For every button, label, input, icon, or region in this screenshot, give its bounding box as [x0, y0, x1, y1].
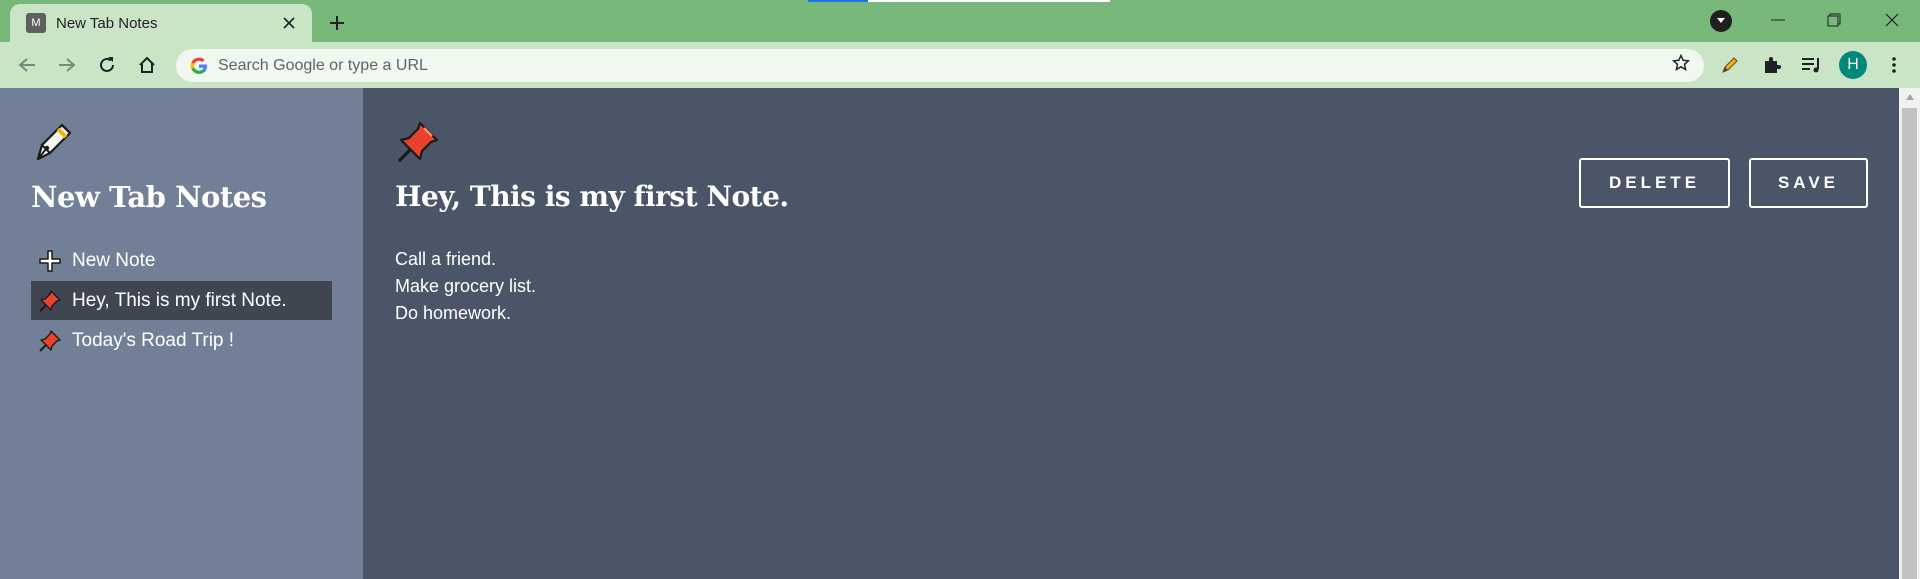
google-g-icon [190, 57, 207, 74]
save-button[interactable]: SAVE [1749, 158, 1868, 208]
bookmark-star-icon[interactable] [1671, 53, 1691, 77]
address-bar[interactable]: Search Google or type a URL [176, 49, 1704, 82]
note-title[interactable]: Hey, This is my first Note. [395, 180, 789, 213]
extensions-puzzle-icon[interactable] [1758, 51, 1786, 79]
note-line: Do homework. [395, 303, 512, 323]
pencil-extension-icon[interactable] [1716, 51, 1744, 79]
scrollbar-thumb[interactable] [1902, 108, 1917, 579]
scroll-up-arrow-icon[interactable] [1899, 88, 1920, 105]
note-list-item[interactable]: Hey, This is my first Note. [31, 281, 332, 320]
new-tab-icon[interactable] [322, 8, 352, 38]
pushpin-icon [37, 328, 63, 354]
notes-list: New Note Hey, This is my first Note. Tod… [31, 241, 332, 361]
profile-avatar[interactable]: H [1839, 51, 1867, 79]
pushpin-icon [37, 288, 63, 314]
restore-icon[interactable] [1806, 0, 1862, 40]
plus-icon [37, 248, 63, 274]
menu-kebab-icon[interactable] [1880, 51, 1908, 79]
nav-item-label: Today's Road Trip ! [72, 329, 235, 351]
app-title: New Tab Notes [31, 180, 267, 214]
tab-close-icon[interactable] [278, 12, 300, 34]
new-note-button[interactable]: New Note [31, 241, 332, 280]
reload-icon[interactable] [93, 51, 121, 79]
search-input[interactable]: Search Google or type a URL [218, 57, 1672, 75]
tab-strip: M New Tab Notes [0, 0, 1920, 42]
page-scrollbar[interactable] [1899, 88, 1920, 579]
back-icon[interactable] [13, 51, 41, 79]
browser-tab[interactable]: M New Tab Notes [10, 4, 312, 42]
fountain-pen-icon [36, 123, 72, 161]
note-editor: Hey, This is my first Note. Call a frien… [363, 88, 1899, 579]
nav-item-label: Hey, This is my first Note. [72, 289, 287, 311]
note-body[interactable]: Call a friend. Make grocery list. Do hom… [395, 246, 536, 327]
tab-favicon: M [26, 13, 46, 33]
note-line: Make grocery list. [395, 276, 537, 296]
browser-toolbar: Search Google or type a URL H [0, 42, 1920, 88]
top-accent-bar [808, 0, 868, 2]
home-icon[interactable] [133, 51, 161, 79]
close-icon[interactable] [1864, 0, 1920, 40]
nav-item-label: New Note [72, 249, 156, 271]
minimize-icon[interactable] [1750, 0, 1806, 40]
reading-list-icon[interactable] [1798, 51, 1826, 79]
forward-icon[interactable] [53, 51, 81, 79]
top-accent-bar [868, 0, 1110, 2]
delete-button[interactable]: DELETE [1579, 158, 1730, 208]
pushpin-icon [397, 121, 439, 163]
tab-title: New Tab Notes [56, 14, 158, 32]
tab-search-icon[interactable] [1710, 10, 1732, 32]
notes-sidebar: New Tab Notes New Note Hey, This is my f… [0, 88, 363, 579]
note-line: Call a friend. [395, 249, 497, 269]
note-list-item[interactable]: Today's Road Trip ! [31, 321, 332, 360]
